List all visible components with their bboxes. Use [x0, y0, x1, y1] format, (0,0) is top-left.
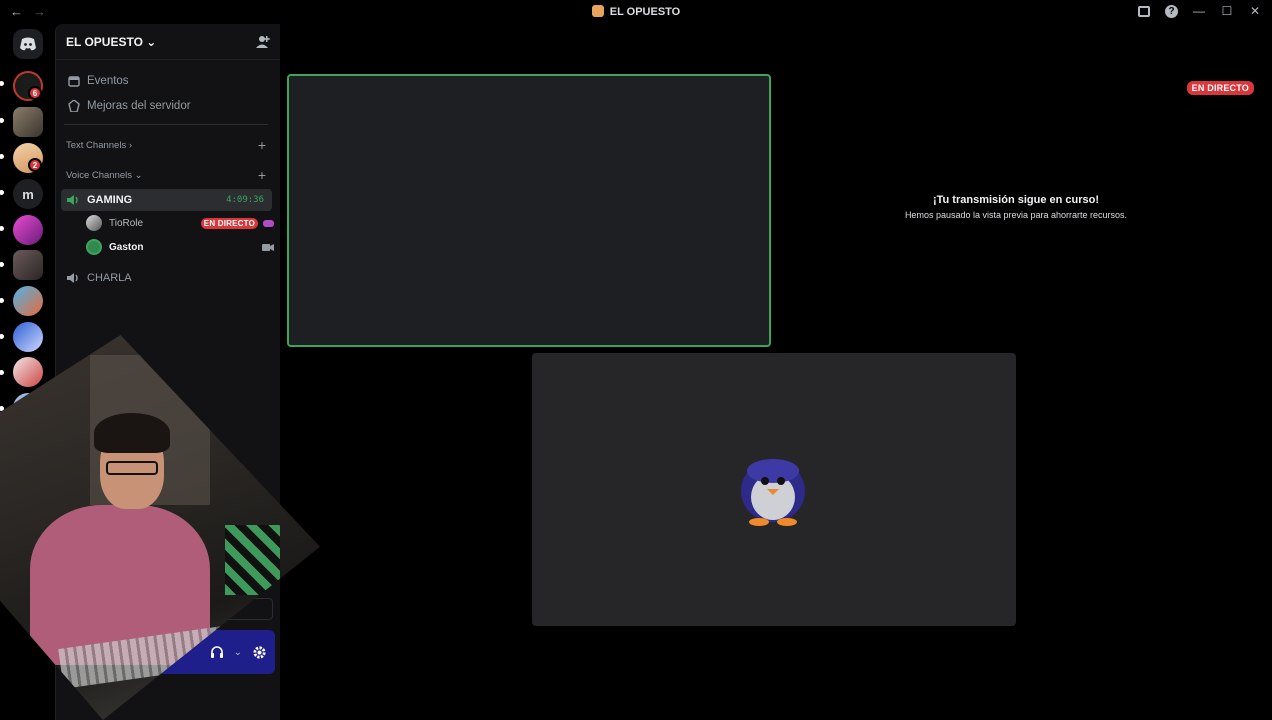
- stream-paused-title: ¡Tu transmisión sigue en curso!: [932, 194, 1100, 206]
- unread-pill: [0, 334, 4, 339]
- calendar-icon: [68, 75, 80, 87]
- stage-live-badge: EN DIRECTO: [1186, 78, 1254, 96]
- window-title: EL OPUESTO: [0, 5, 1272, 18]
- call-timer: 4:09:36: [226, 195, 264, 205]
- chevron-down-icon[interactable]: ⌄: [234, 647, 242, 658]
- help-button[interactable]: ?: [1165, 4, 1178, 18]
- unread-pill: [0, 298, 4, 303]
- voice-channel-charla[interactable]: CHARLA: [61, 267, 272, 289]
- server-icon-7[interactable]: [13, 286, 43, 316]
- server-icon-9[interactable]: [13, 357, 43, 387]
- server-icon-5[interactable]: [13, 215, 43, 245]
- category-voice-channels[interactable]: Voice Channels ⌄ +: [56, 163, 280, 187]
- unread-pill: [0, 262, 4, 267]
- unread-pill: [0, 370, 4, 375]
- unread-pill: [0, 118, 4, 123]
- avatar: [86, 239, 102, 255]
- nav-events[interactable]: Eventos: [56, 68, 280, 93]
- video-stage: EN DIRECTO ¡Tu transmisión sigue en curs…: [281, 24, 1272, 720]
- voice-channel-gaming[interactable]: GAMING 4:09:36: [61, 189, 272, 211]
- avatar: [86, 215, 102, 231]
- chevron-right-icon: ›: [128, 139, 133, 151]
- speaker-icon: [67, 195, 78, 205]
- unread-pill: [0, 226, 4, 231]
- stream-tile-tiorole[interactable]: [287, 74, 771, 347]
- server-icon: [591, 5, 604, 17]
- direct-messages-button[interactable]: [13, 29, 43, 59]
- live-badge: EN DIRECTO: [200, 217, 258, 229]
- maximize-button[interactable]: ☐: [1220, 4, 1234, 18]
- nav-server-boosts[interactable]: Mejoras del servidor: [56, 93, 280, 118]
- add-text-channel-button[interactable]: +: [258, 137, 266, 153]
- chevron-down-icon: ⌄: [146, 34, 157, 49]
- add-voice-channel-button[interactable]: +: [258, 167, 266, 183]
- minimize-button[interactable]: —: [1192, 4, 1206, 18]
- voice-user-tiorole[interactable]: TioRole EN DIRECTO: [56, 211, 280, 235]
- close-button[interactable]: ✕: [1248, 4, 1262, 18]
- title-bar: ← → EL OPUESTO ? — ☐ ✕: [0, 0, 1272, 24]
- discord-logo-icon: [20, 37, 36, 51]
- inbox-icon: [1138, 5, 1150, 17]
- inbox-button[interactable]: [1137, 4, 1151, 18]
- window-controls: ? — ☐ ✕: [1137, 4, 1262, 18]
- divider: [64, 124, 268, 125]
- boost-icon: [68, 99, 80, 112]
- activity-icon: [263, 219, 274, 227]
- video-tile-gaston[interactable]: [532, 353, 1016, 626]
- mention-badge: 2: [28, 158, 42, 172]
- speaker-icon: [67, 273, 78, 283]
- stream-paused-subtitle: Hemos pausado la vista previa para ahorr…: [904, 210, 1128, 220]
- unread-pill: [0, 190, 4, 195]
- server-icon-8[interactable]: [13, 322, 43, 352]
- stream-paused-message: ¡Tu transmisión sigue en curso! Hemos pa…: [841, 194, 1191, 220]
- server-icon-2[interactable]: [13, 107, 43, 137]
- server-name: EL OPUESTO ⌄: [66, 34, 157, 49]
- penguin-avatar-icon: [741, 459, 805, 526]
- chevron-down-icon: ⌄: [134, 169, 143, 181]
- unread-pill: [0, 154, 4, 159]
- video-camera-icon: [262, 243, 274, 251]
- voice-user-gaston[interactable]: Gaston: [56, 235, 280, 259]
- server-header[interactable]: EL OPUESTO ⌄: [56, 24, 280, 60]
- server-icon-4[interactable]: m: [13, 179, 43, 209]
- server-icon-6[interactable]: [13, 250, 43, 280]
- headphones-icon[interactable]: [210, 645, 224, 659]
- gear-icon[interactable]: [252, 645, 267, 660]
- person-add-icon[interactable]: [256, 35, 270, 49]
- unread-pill: [0, 81, 4, 86]
- category-text-channels[interactable]: Text Channels › +: [56, 133, 280, 157]
- mention-badge: 6: [28, 86, 42, 100]
